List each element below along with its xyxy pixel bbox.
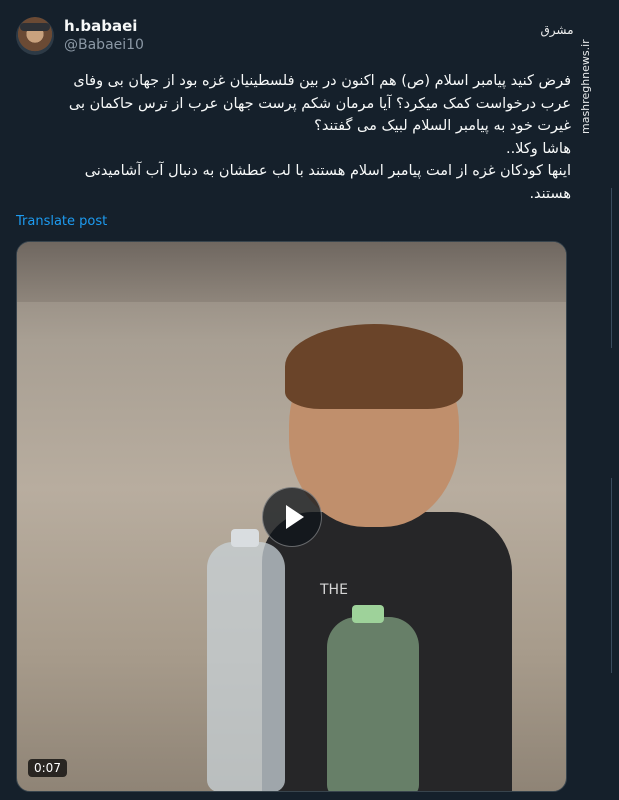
watermark-logo-text: مشرق — [540, 23, 573, 38]
tweet-line-2: عرب درخواست کمک میکرد؟ آیا مرمان شکم پرس… — [68, 95, 571, 112]
video-bottle-right — [327, 617, 419, 791]
scroll-track — [611, 188, 619, 348]
video-bottle-cap-left — [231, 529, 259, 547]
user-handle[interactable]: @Babaei10 — [64, 37, 144, 53]
video-player[interactable]: THE 0:07 — [16, 241, 567, 792]
video-boy-hair — [285, 324, 463, 409]
watermark-logo: مشرق — [540, 23, 573, 38]
tweet-line-1: فرض کنید پیامبر اسلام (ص) هم اکنون در بی… — [73, 73, 571, 89]
tweet-line-5: اینها کودکان غزه از امت پیامبر اسلام هست… — [84, 163, 571, 179]
display-name[interactable]: h.babaei — [64, 17, 137, 35]
tweet-text: فرض کنید پیامبر اسلام (ص) هم اکنون در بی… — [14, 70, 571, 205]
play-icon[interactable] — [262, 487, 322, 547]
avatar[interactable] — [16, 17, 54, 55]
tweet-line-6: هستند. — [529, 185, 571, 202]
video-bottle-left — [207, 542, 285, 791]
video-bottle-cap-right — [352, 605, 384, 623]
video-background-wall — [17, 242, 566, 302]
video-duration: 0:07 — [28, 759, 67, 777]
scroll-track-lower — [611, 478, 619, 673]
tweet-line-3: غیرت خود به پیامبر السلام لبیک می گفتند؟ — [314, 118, 571, 134]
watermark-url: mashreghnews.ir — [579, 39, 592, 134]
shirt-text: THE — [320, 582, 348, 598]
translate-post-link[interactable]: Translate post — [16, 214, 107, 229]
tweet-line-4: هاشا وکلا.. — [505, 140, 571, 157]
